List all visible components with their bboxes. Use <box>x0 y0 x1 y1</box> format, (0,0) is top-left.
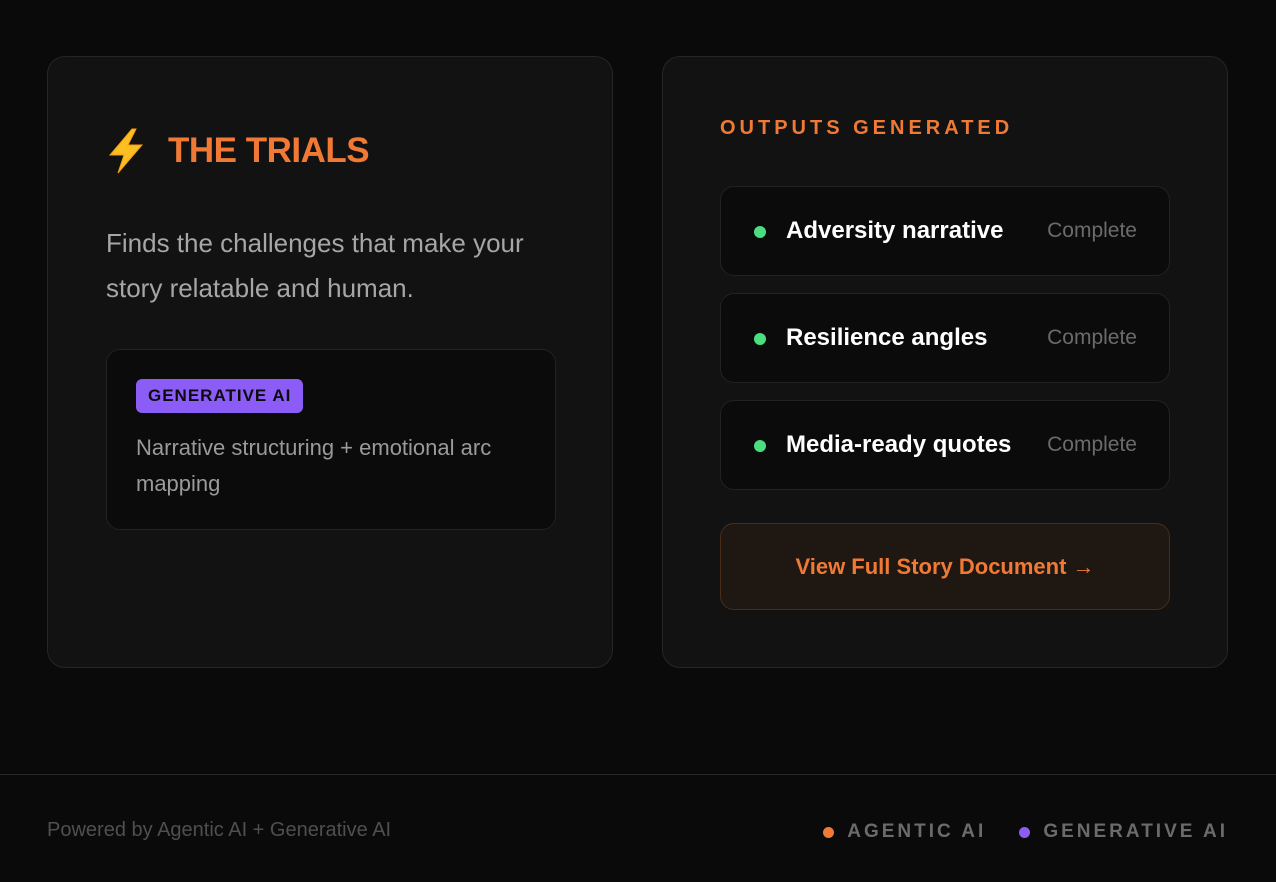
output-item: Adversity narrative Complete <box>720 186 1170 276</box>
legend: AGENTIC AI GENERATIVE AI <box>790 821 1228 843</box>
generative-ai-text: Narrative structuring + emotional arc ma… <box>136 435 492 496</box>
status-dot <box>754 226 766 238</box>
trials-title: THE TRIALS <box>168 131 370 170</box>
view-full-story-button[interactable]: View Full Story Document → <box>720 523 1170 610</box>
lightning-bolt-icon <box>108 128 144 174</box>
legend-item-generative: GENERATIVE AI <box>1019 821 1228 843</box>
legend-label-agentic: AGENTIC AI <box>847 821 987 842</box>
legend-dot-generative <box>1019 826 1031 838</box>
legend-label-generative: GENERATIVE AI <box>1043 821 1228 842</box>
output-status: Complete <box>1047 326 1137 349</box>
outputs-title: OUTPUTS GENERATED <box>720 117 1014 139</box>
output-status: Complete <box>1047 219 1137 242</box>
legend-dot-agentic <box>823 826 835 838</box>
legend-item-agentic: AGENTIC AI <box>823 821 986 843</box>
powered-by-text: Powered by Agentic AI + Generative AI <box>47 819 392 841</box>
trials-description: Finds the challenges that make your stor… <box>106 228 524 303</box>
output-label: Resilience angles <box>786 324 988 351</box>
main-area: THE TRIALS Finds the challenges that mak… <box>0 0 1276 774</box>
output-label: Adversity narrative <box>786 217 1004 244</box>
output-item: Resilience angles Complete <box>720 293 1170 383</box>
generative-ai-box: GENERATIVE AI Narrative structuring + em… <box>106 349 556 530</box>
status-dot <box>754 333 766 345</box>
output-label: Media-ready quotes <box>786 431 1012 458</box>
outputs-card: OUTPUTS GENERATED Adversity narrative Co… <box>662 56 1228 668</box>
trials-card: THE TRIALS Finds the challenges that mak… <box>47 56 613 668</box>
status-dot <box>754 440 766 452</box>
trials-header: THE TRIALS <box>106 127 370 175</box>
generative-ai-badge: GENERATIVE AI <box>136 379 304 413</box>
footer: Powered by Agentic AI + Generative AI AG… <box>0 774 1276 882</box>
output-status: Complete <box>1047 433 1137 456</box>
output-item: Media-ready quotes Complete <box>720 400 1170 490</box>
